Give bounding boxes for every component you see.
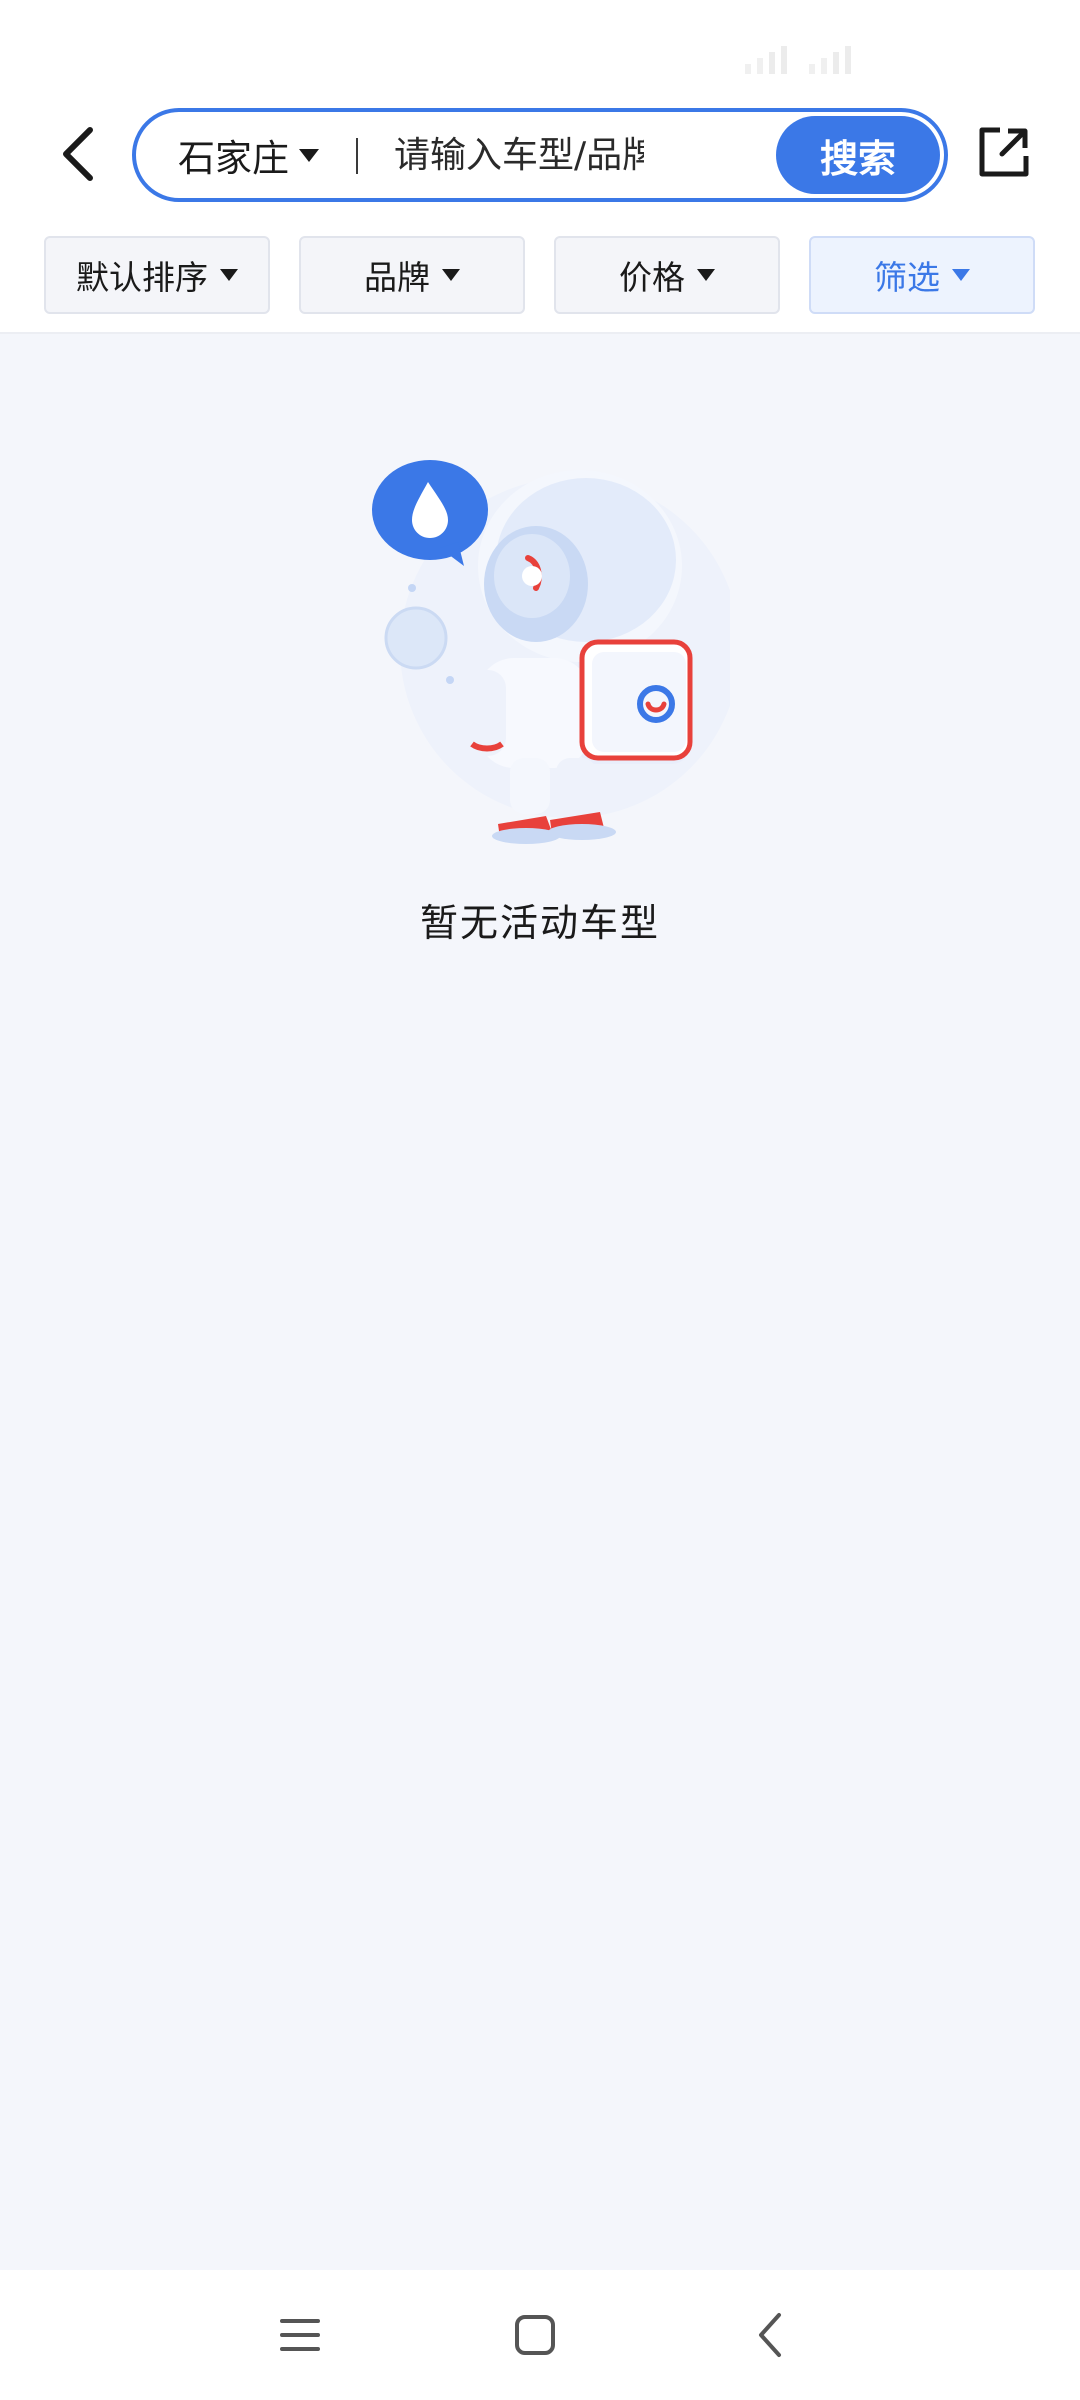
caret-down-icon <box>952 269 970 281</box>
city-selector[interactable]: 石家庄 <box>178 112 319 198</box>
filter-brand-label: 品牌 <box>364 258 430 297</box>
filter-price[interactable]: 价格 <box>554 236 780 314</box>
divider <box>356 138 358 174</box>
filter-bar: 默认排序 品牌 价格 筛选 <box>0 236 1080 314</box>
city-label: 石家庄 <box>178 137 289 180</box>
search-button-label: 搜索 <box>819 136 896 181</box>
filter-more[interactable]: 筛选 <box>809 236 1035 314</box>
home-button[interactable] <box>495 2300 575 2370</box>
empty-state-message: 暂无活动车型 <box>419 901 660 945</box>
caret-down-icon <box>442 269 460 281</box>
filter-brand[interactable]: 品牌 <box>299 236 525 314</box>
signal-icon <box>745 46 851 74</box>
caret-down-icon <box>220 269 238 281</box>
back-button[interactable] <box>46 118 110 190</box>
filter-price-label: 价格 <box>619 258 685 297</box>
home-square-icon <box>515 2315 555 2355</box>
share-button[interactable] <box>974 120 1034 184</box>
chevron-left-icon <box>63 127 93 181</box>
search-input[interactable] <box>394 124 644 186</box>
menu-button[interactable] <box>260 2300 340 2370</box>
top-bar: 石家庄 搜索 默认排序 品牌 <box>0 0 1080 334</box>
filter-sort[interactable]: 默认排序 <box>44 236 270 314</box>
caret-down-icon <box>299 148 319 162</box>
system-nav-bar <box>0 2270 1080 2400</box>
filter-sort-label: 默认排序 <box>76 258 208 297</box>
search-button[interactable]: 搜索 <box>776 116 940 194</box>
astronaut-illustration <box>372 460 730 844</box>
system-back-button[interactable] <box>730 2300 810 2370</box>
search-bar: 石家庄 搜索 <box>132 108 948 202</box>
menu-icon <box>280 2319 320 2351</box>
share-external-icon <box>979 127 1029 177</box>
status-bar <box>0 0 1080 90</box>
filter-more-label: 筛选 <box>874 258 940 297</box>
caret-down-icon <box>697 269 715 281</box>
page: 石家庄 搜索 默认排序 品牌 <box>0 0 1080 2400</box>
back-chevron-icon <box>759 2313 781 2357</box>
